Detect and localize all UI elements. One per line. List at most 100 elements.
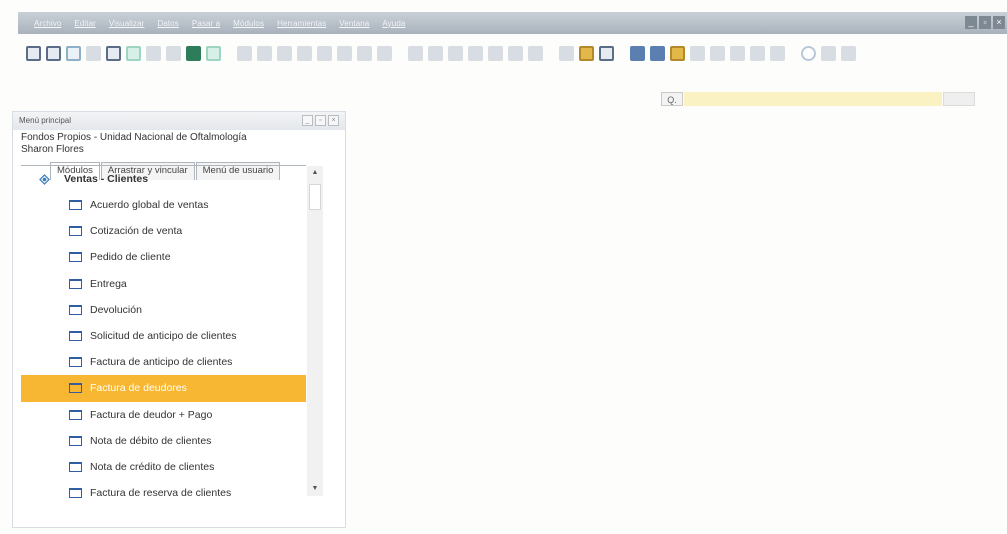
menu-visualizar[interactable]: Visualizar: [109, 19, 145, 28]
messages-icon[interactable]: [710, 45, 725, 61]
menu-item-cotizacion-de-venta[interactable]: Cotización de venta: [21, 218, 306, 244]
menu-item-label: Factura de deudores: [90, 382, 187, 395]
window-controls: _ ▫ ×: [965, 16, 1005, 29]
restore-button[interactable]: ▫: [979, 16, 991, 29]
gross-profit-icon[interactable]: [488, 45, 503, 61]
menu-modulos[interactable]: Módulos: [233, 19, 264, 28]
menu-item-devolucion[interactable]: Devolución: [21, 297, 306, 323]
menu-herramientas[interactable]: Herramientas: [277, 19, 326, 28]
minimize-button[interactable]: _: [965, 16, 977, 29]
menu-item-label: Nota de débito de clientes: [90, 434, 212, 447]
scrollbar-thumb[interactable]: [309, 184, 321, 210]
company-name: Fondos Propios - Unidad Nacional de Ofta…: [21, 132, 247, 143]
settings-icon[interactable]: [559, 45, 574, 61]
report-icon[interactable]: [670, 45, 685, 61]
sort-icon[interactable]: [377, 45, 392, 61]
query-icon[interactable]: [650, 45, 665, 61]
form-icon: [69, 252, 82, 263]
attach-icon[interactable]: [166, 45, 181, 61]
toolbar-separator: [226, 46, 232, 61]
menu-item-factura-de-deudor-pago[interactable]: Factura de deudor + Pago: [21, 402, 306, 428]
menu-editar[interactable]: Editar: [74, 19, 96, 28]
module-group-icon: [39, 173, 50, 185]
next-record-icon[interactable]: [317, 45, 332, 61]
toolbar-separator: [548, 46, 554, 61]
menu-item-entrega[interactable]: Entrega: [21, 271, 306, 297]
form-icon: [69, 383, 82, 394]
preview-icon[interactable]: [26, 45, 41, 61]
group-label: Ventas - Clientes: [64, 173, 149, 185]
scroll-down-arrow-icon[interactable]: ▼: [307, 482, 323, 496]
close-button[interactable]: ×: [993, 16, 1005, 29]
menu-item-nota-de-credito-de-clientes[interactable]: Nota de crédito de clientes: [21, 454, 306, 480]
group-ventas-clientes[interactable]: Ventas - Clientes: [21, 166, 306, 192]
journal-icon[interactable]: [448, 45, 463, 61]
form-settings-icon[interactable]: [630, 45, 645, 61]
new-document-icon[interactable]: [579, 45, 594, 61]
export-icon[interactable]: [106, 45, 121, 61]
menu-archivo[interactable]: Archivo: [34, 19, 61, 28]
find-icon[interactable]: [237, 45, 252, 61]
previous-record-icon[interactable]: [297, 45, 312, 61]
form-icon: [69, 226, 82, 237]
menu-scrollbar[interactable]: ▲ ▼: [307, 166, 323, 496]
panel-minimize-button[interactable]: _: [302, 115, 313, 126]
menu-item-label: Pedido de cliente: [90, 251, 171, 264]
menu-item-factura-de-anticipo-de-clientes[interactable]: Factura de anticipo de clientes: [21, 349, 306, 375]
add-icon[interactable]: [257, 45, 272, 61]
menu-item-pedido-de-cliente[interactable]: Pedido de cliente: [21, 244, 306, 270]
user-name: Sharon Flores: [21, 144, 84, 155]
menu-item-solicitud-de-anticipo-de-clientes[interactable]: Solicitud de anticipo de clientes: [21, 323, 306, 349]
last-record-icon[interactable]: [337, 45, 352, 61]
menu-item-label: Acuerdo global de ventas: [90, 199, 209, 212]
window-icon[interactable]: [821, 45, 836, 61]
lock-icon[interactable]: [146, 45, 161, 61]
activity-icon[interactable]: [750, 45, 765, 61]
panel-close-button[interactable]: ×: [328, 115, 339, 126]
menu-item-factura-de-deudores[interactable]: Factura de deudores: [21, 375, 306, 402]
menu-pasar-a[interactable]: Pasar a: [192, 19, 220, 28]
panel-title-bar: Menú principal _ ▫ ×: [13, 112, 345, 130]
scroll-up-arrow-icon[interactable]: ▲: [307, 166, 323, 180]
toolbar-separator: [397, 46, 403, 61]
layout-icon[interactable]: [528, 45, 543, 61]
form-icon: [69, 304, 82, 315]
form-icon: [69, 278, 82, 289]
calendar-icon[interactable]: [730, 45, 745, 61]
menu-item-factura-de-reserva-de-clientes[interactable]: Factura de reserva de clientes: [21, 480, 306, 506]
menu-ventana[interactable]: Ventana: [339, 19, 369, 28]
exit-icon[interactable]: [841, 45, 856, 61]
first-record-icon[interactable]: [277, 45, 292, 61]
menu-ayuda[interactable]: Ayuda: [382, 19, 405, 28]
email-icon[interactable]: [66, 45, 81, 61]
base-document-icon[interactable]: [408, 45, 423, 61]
menu-item-label: Cotización de venta: [90, 225, 183, 238]
menu-item-nota-de-debito-de-clientes[interactable]: Nota de débito de clientes: [21, 428, 306, 454]
search-input[interactable]: [684, 92, 942, 106]
payment-icon[interactable]: [468, 45, 483, 61]
toolbar: [18, 36, 1007, 70]
panel-controls: _ ▫ ×: [302, 115, 339, 126]
print-icon[interactable]: [46, 45, 61, 61]
edit-document-icon[interactable]: [599, 45, 614, 61]
form-icon: [69, 409, 82, 420]
transfer-icon[interactable]: [186, 45, 201, 61]
spreadsheet-icon[interactable]: [206, 45, 221, 61]
filter-icon[interactable]: [357, 45, 372, 61]
form-icon: [69, 488, 82, 499]
search-icon[interactable]: Q.: [661, 92, 683, 106]
volume-icon[interactable]: [508, 45, 523, 61]
toolbar-separator: [619, 46, 625, 61]
menu-item-label: Entrega: [90, 277, 127, 290]
menu-bar: Archivo Editar Visualizar Datos Pasar a …: [18, 12, 1007, 34]
sms-icon[interactable]: [86, 45, 101, 61]
menu-datos[interactable]: Datos: [157, 19, 178, 28]
help-icon[interactable]: [801, 45, 816, 61]
menu-item-acuerdo-global-de-ventas[interactable]: Acuerdo global de ventas: [21, 192, 306, 218]
alerts-icon[interactable]: [690, 45, 705, 61]
target-document-icon[interactable]: [428, 45, 443, 61]
search-button[interactable]: [943, 92, 975, 106]
notes-icon[interactable]: [770, 45, 785, 61]
excel-icon[interactable]: [126, 45, 141, 61]
panel-restore-button[interactable]: ▫: [315, 115, 326, 126]
